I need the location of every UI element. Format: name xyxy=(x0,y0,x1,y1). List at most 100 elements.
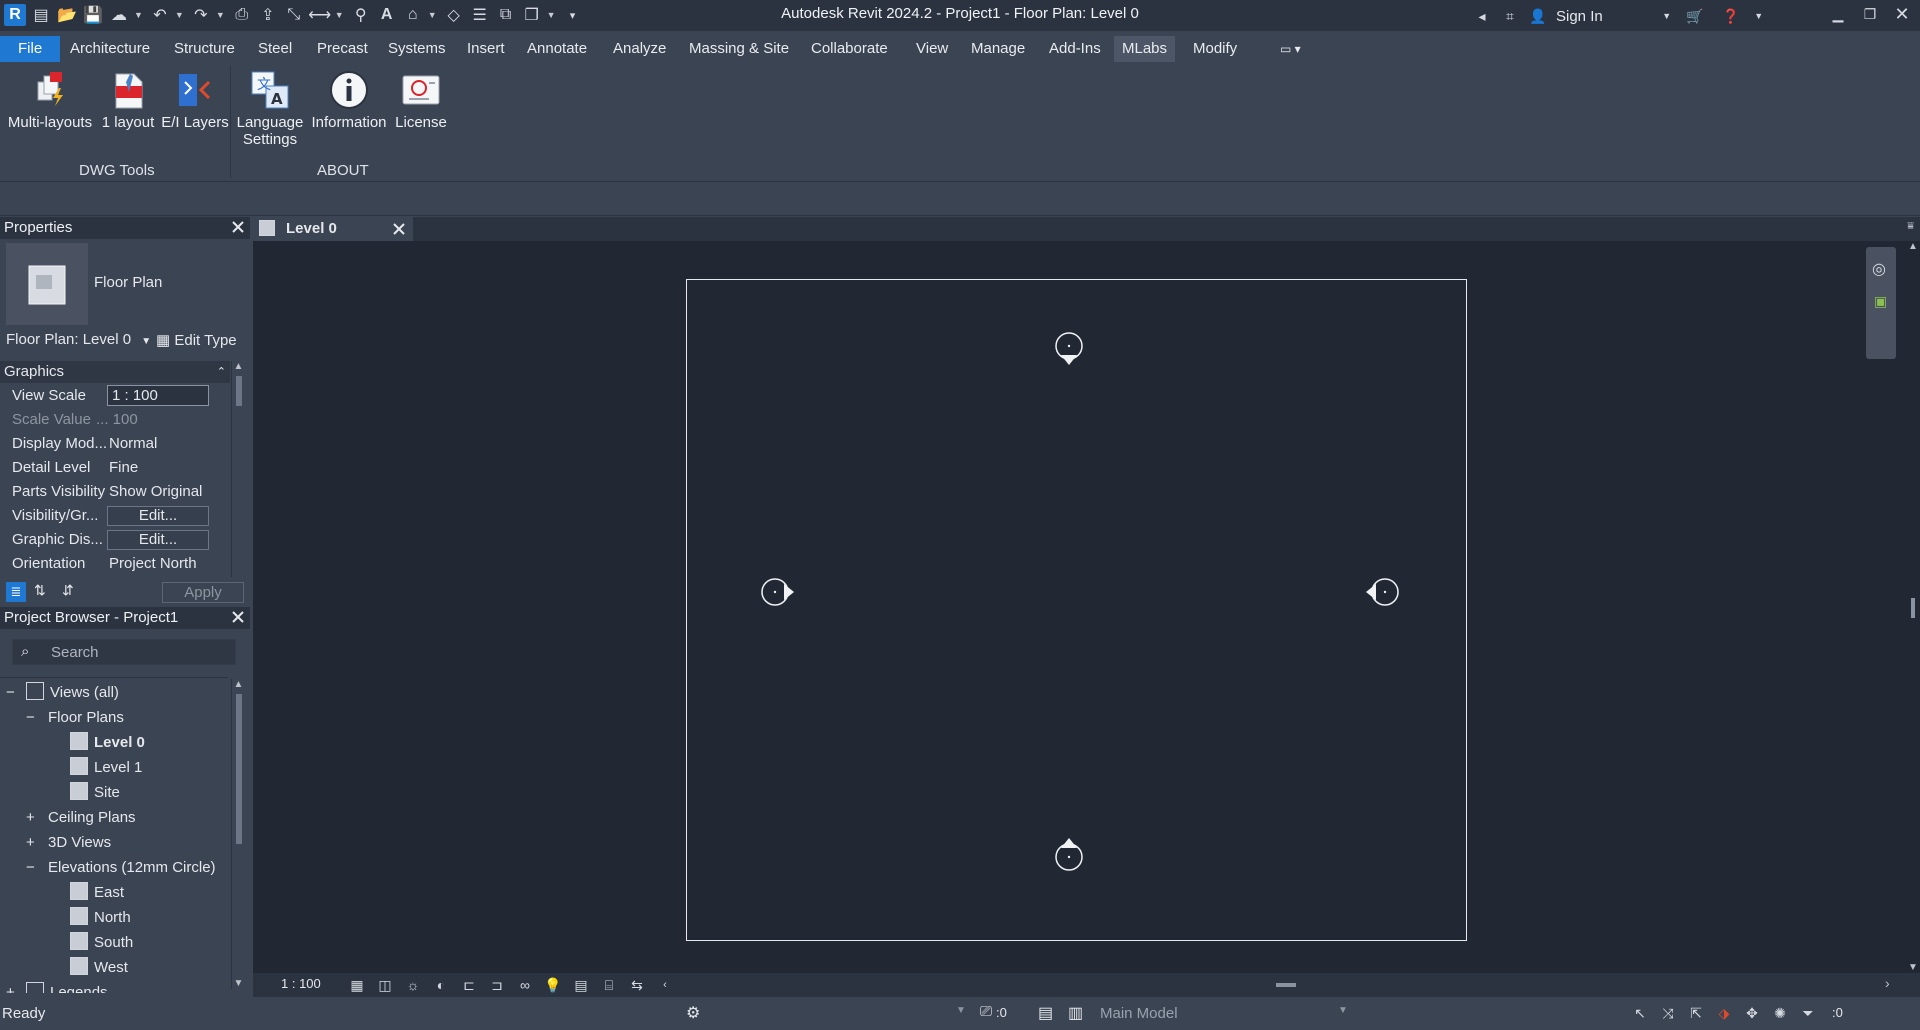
select-pinned-icon[interactable]: ⇱ xyxy=(1686,1003,1706,1023)
tree-3d-views[interactable]: +3D Views xyxy=(26,831,111,855)
visual-style-icon[interactable]: ◫ xyxy=(375,975,395,995)
tree-east[interactable]: East xyxy=(70,881,124,905)
close-window-icon[interactable]: ✕ xyxy=(1892,4,1912,24)
tree-views-all[interactable]: − Views (all) xyxy=(6,681,119,705)
canvas-v-scrollbar[interactable]: ▲ ▼ xyxy=(1906,241,1920,973)
scroll-up-icon[interactable]: ▲ xyxy=(232,361,245,372)
tree-legends[interactable]: + Legends xyxy=(6,981,108,993)
steering-wheel-icon[interactable]: ◎ xyxy=(1872,259,1886,279)
north-elevation-marker[interactable] xyxy=(1052,329,1086,369)
temporary-hide-icon[interactable]: ∞ xyxy=(515,975,535,995)
view-scale-field[interactable]: 1 : 100 xyxy=(107,385,209,406)
model-dropdown-icon[interactable]: ▼ xyxy=(1338,1005,1348,1016)
sun-path-icon[interactable]: ☼ xyxy=(403,975,423,995)
tab-list-icon[interactable]: ⩸ xyxy=(1907,220,1914,233)
filter-icon[interactable]: ⏷ xyxy=(1798,1003,1818,1023)
scroll-left-icon[interactable]: ‹ xyxy=(655,975,675,995)
language-settings-button[interactable]: 文 A Language Settings xyxy=(234,68,306,148)
information-button[interactable]: Information xyxy=(308,68,390,131)
model-list-icon[interactable]: ▥ xyxy=(1068,1003,1083,1023)
tree-ceiling-plans[interactable]: + Ceiling Plans xyxy=(26,806,136,830)
tab-modify[interactable]: Modify xyxy=(1185,36,1245,62)
worksharing-display-icon[interactable]: ▤ xyxy=(571,975,591,995)
minimize-icon[interactable]: ▁ xyxy=(1828,4,1848,24)
analytical-model-icon[interactable]: ⌸ xyxy=(599,975,619,995)
tree-level-0[interactable]: Level 0 xyxy=(70,731,145,755)
prop-detail-level[interactable]: Detail Level Fine xyxy=(0,456,222,480)
tab-view[interactable]: View xyxy=(908,36,956,62)
instance-filter[interactable]: Floor Plan: Level 0 ▼ xyxy=(6,331,151,348)
sort-category-icon[interactable]: ≣ xyxy=(6,582,26,602)
tree-site[interactable]: Site xyxy=(70,781,120,805)
design-options-icon[interactable]: ▤ xyxy=(1038,1003,1053,1023)
binoculars-icon[interactable]: ⌗ xyxy=(1500,6,1520,26)
help-dropdown-icon[interactable]: ▼ xyxy=(1749,6,1769,26)
browser-scrollbar[interactable]: ▲ ▼ xyxy=(231,679,245,989)
detail-level-icon[interactable]: ▦ xyxy=(347,975,367,995)
panel-state-toggle-icon[interactable]: ▭ ▾ xyxy=(1272,36,1309,62)
select-links-icon[interactable]: ↖ xyxy=(1630,1003,1650,1023)
user-icon[interactable]: 👤 xyxy=(1528,6,1548,26)
tab-steel[interactable]: Steel xyxy=(250,36,300,62)
tab-massing-site[interactable]: Massing & Site xyxy=(681,36,797,62)
tree-south[interactable]: South xyxy=(70,931,133,955)
type-selector[interactable]: Floor Plan xyxy=(94,274,162,291)
drag-elements-icon[interactable]: ✥ xyxy=(1742,1003,1762,1023)
browser-scroll-thumb[interactable] xyxy=(235,694,242,844)
tree-elevations[interactable]: − Elevations (12mm Circle) xyxy=(26,856,216,880)
select-underlay-icon[interactable]: ⤨ xyxy=(1658,1003,1678,1023)
tab-collaborate[interactable]: Collaborate xyxy=(803,36,896,62)
west-elevation-marker[interactable] xyxy=(758,575,798,609)
east-elevation-marker[interactable] xyxy=(1362,575,1402,609)
prop-orientation[interactable]: Orientation Project North xyxy=(0,552,222,576)
properties-scrollbar[interactable]: ▲ ▼ xyxy=(231,361,245,591)
tab-precast[interactable]: Precast xyxy=(309,36,376,62)
close-properties-icon[interactable] xyxy=(230,219,246,235)
crop-view-icon[interactable]: ⊏ xyxy=(459,975,479,995)
tab-manage[interactable]: Manage xyxy=(963,36,1033,62)
sign-in-link[interactable]: Sign In xyxy=(1556,8,1603,25)
reveal-hidden-icon[interactable]: 💡 xyxy=(543,975,563,995)
tree-west[interactable]: West xyxy=(70,956,128,980)
tab-insert[interactable]: Insert xyxy=(459,36,513,62)
close-tab-icon[interactable] xyxy=(391,221,407,237)
worksharing-monitor-icon[interactable]: ⚙ xyxy=(686,1003,700,1023)
tree-north[interactable]: North xyxy=(70,906,131,930)
visibility-edit-button[interactable]: Edit... xyxy=(107,506,209,526)
sort-descending-icon[interactable]: ⇵ xyxy=(62,582,74,599)
select-by-face-icon[interactable]: ⬗ xyxy=(1714,1003,1734,1023)
workset-dropdown-icon[interactable]: ▼ xyxy=(956,1005,966,1016)
left-arrow-icon[interactable]: ◂ xyxy=(1472,6,1492,26)
show-crop-icon[interactable]: ⊐ xyxy=(487,975,507,995)
browser-scroll-down-icon[interactable]: ▼ xyxy=(232,978,245,989)
sort-ascending-icon[interactable]: ⇅ xyxy=(34,582,46,599)
ei-layers-button[interactable]: E/I Layers xyxy=(160,68,230,131)
scroll-thumb[interactable] xyxy=(235,376,242,406)
canvas-scroll-up-icon[interactable]: ▲ xyxy=(1906,241,1920,252)
active-model-selector[interactable]: Main Model xyxy=(1100,1005,1178,1022)
cart-icon[interactable]: 🛒 xyxy=(1685,6,1705,26)
background-process-icon[interactable]: ✺ xyxy=(1770,1003,1790,1023)
graphic-display-edit-button[interactable]: Edit... xyxy=(107,530,209,550)
scroll-right-icon[interactable]: › xyxy=(1885,975,1890,991)
scale-selector[interactable]: 1 : 100 xyxy=(281,976,321,991)
edit-type-button[interactable]: ▦ Edit Type xyxy=(156,331,237,349)
browser-search-input[interactable]: ⌕ Search xyxy=(12,639,236,665)
view-tab-level-0[interactable]: Level 0 xyxy=(253,217,413,241)
editing-requests-icon[interactable]: ⎚ xyxy=(980,1003,992,1020)
south-elevation-marker[interactable] xyxy=(1052,836,1086,876)
tree-floor-plans[interactable]: − Floor Plans xyxy=(26,706,124,730)
zoom-icon[interactable]: ▣ xyxy=(1874,293,1887,310)
highlight-displacement-icon[interactable]: ⇆ xyxy=(627,975,647,995)
tab-add-ins[interactable]: Add-Ins xyxy=(1041,36,1109,62)
graphics-section-header[interactable]: Graphics ⌃ xyxy=(0,361,230,383)
multi-layouts-button[interactable]: Multi-layouts xyxy=(6,68,94,131)
license-button[interactable]: License xyxy=(392,68,450,131)
shadows-icon[interactable]: ◐ xyxy=(431,975,451,995)
tab-architecture[interactable]: Architecture xyxy=(62,36,158,62)
tab-mlabs[interactable]: MLabs xyxy=(1114,36,1176,62)
apply-button[interactable]: Apply xyxy=(162,582,244,603)
h-scroll-thumb[interactable] xyxy=(1276,983,1296,987)
tab-structure[interactable]: Structure xyxy=(166,36,243,62)
one-layout-button[interactable]: 1 layout xyxy=(98,68,158,131)
